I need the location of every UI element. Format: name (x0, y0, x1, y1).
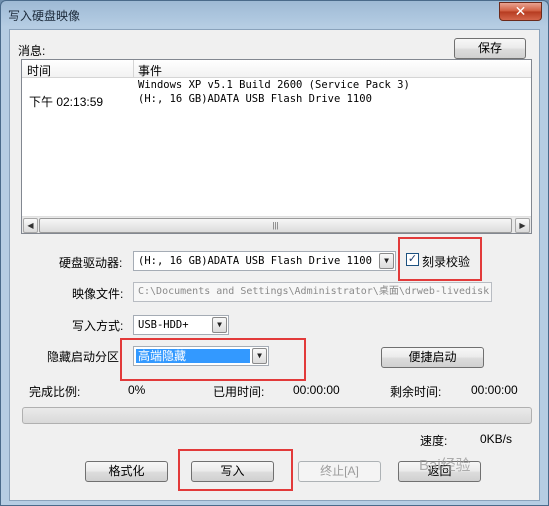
remaining-value: 00:00:00 (471, 383, 518, 397)
elapsed-value: 00:00:00 (293, 383, 340, 397)
chevron-down-icon[interactable]: ▼ (212, 317, 227, 333)
scroll-right-icon[interactable]: ▶ (515, 218, 530, 233)
image-file-field[interactable]: C:\Documents and Settings\Administrator\… (133, 282, 492, 302)
close-icon: ✕ (514, 3, 527, 19)
drive-select-value: (H:, 16 GB)ADATA USB Flash Drive 1100 (138, 255, 372, 267)
write-disk-image-window: 写入硬盘映像 ✕ 消息: 保存 时间 事件 Windows XP v5.1 Bu… (0, 0, 549, 506)
list-header: 时间 事件 (22, 60, 531, 78)
horizontal-scrollbar[interactable]: ◀ ||| ▶ (22, 216, 531, 233)
terminate-button[interactable]: 终止[A] (298, 461, 381, 482)
ratio-value: 0% (128, 383, 146, 397)
column-divider[interactable] (133, 60, 134, 78)
list-row[interactable]: Windows XP v5.1 Build 2600 (Service Pack… (22, 79, 531, 93)
chevron-down-icon[interactable]: ▼ (379, 253, 394, 269)
image-file-path: C:\Documents and Settings\Administrator\… (138, 286, 490, 297)
column-header-time[interactable]: 时间 (27, 62, 51, 79)
scroll-grip-icon: ||| (272, 221, 279, 230)
scroll-left-icon[interactable]: ◀ (23, 218, 38, 233)
message-list[interactable]: 时间 事件 Windows XP v5.1 Build 2600 (Servic… (21, 59, 532, 234)
row-time: 下午 02:13:59 (29, 95, 104, 109)
list-row[interactable]: 下午 02:13:59 (H:, 16 GB)ADATA USB Flash D… (22, 93, 531, 109)
write-mode-label: 写入方式: (72, 319, 124, 333)
hidden-partition-label: 隐藏启动分区 (47, 350, 120, 364)
write-mode-value: USB-HDD+ (138, 319, 189, 331)
write-mode-select[interactable]: USB-HDD+ ▼ (133, 315, 229, 335)
close-button[interactable]: ✕ (499, 2, 542, 21)
speed-label: 速度: (420, 434, 448, 448)
title-bar[interactable]: 写入硬盘映像 ✕ (1, 1, 548, 28)
annotation-box-hidden-partition (120, 338, 306, 381)
elapsed-label: 已用时间: (213, 385, 265, 399)
drive-select[interactable]: (H:, 16 GB)ADATA USB Flash Drive 1100 ▼ (133, 251, 396, 271)
quick-boot-button[interactable]: 便捷启动 (381, 347, 484, 368)
speed-value: 0KB/s (480, 432, 513, 446)
annotation-box-verify (398, 237, 482, 281)
write-progress-bar (22, 407, 532, 424)
annotation-box-write (178, 449, 293, 491)
drive-label: 硬盘驱动器: (59, 256, 123, 270)
format-button[interactable]: 格式化 (85, 461, 168, 482)
column-header-event[interactable]: 事件 (138, 62, 162, 79)
window-title: 写入硬盘映像 (8, 9, 81, 23)
row-event: (H:, 16 GB)ADATA USB Flash Drive 1100 (138, 93, 372, 105)
remaining-label: 剩余时间: (390, 385, 442, 399)
image-file-label: 映像文件: (72, 287, 124, 301)
ratio-label: 完成比例: (29, 385, 81, 399)
save-button[interactable]: 保存 (454, 38, 526, 59)
row-event: Windows XP v5.1 Build 2600 (Service Pack… (138, 79, 410, 91)
scroll-thumb[interactable]: ||| (39, 218, 512, 233)
watermark: Bai经验 (419, 457, 471, 474)
messages-label: 消息: (18, 44, 46, 58)
